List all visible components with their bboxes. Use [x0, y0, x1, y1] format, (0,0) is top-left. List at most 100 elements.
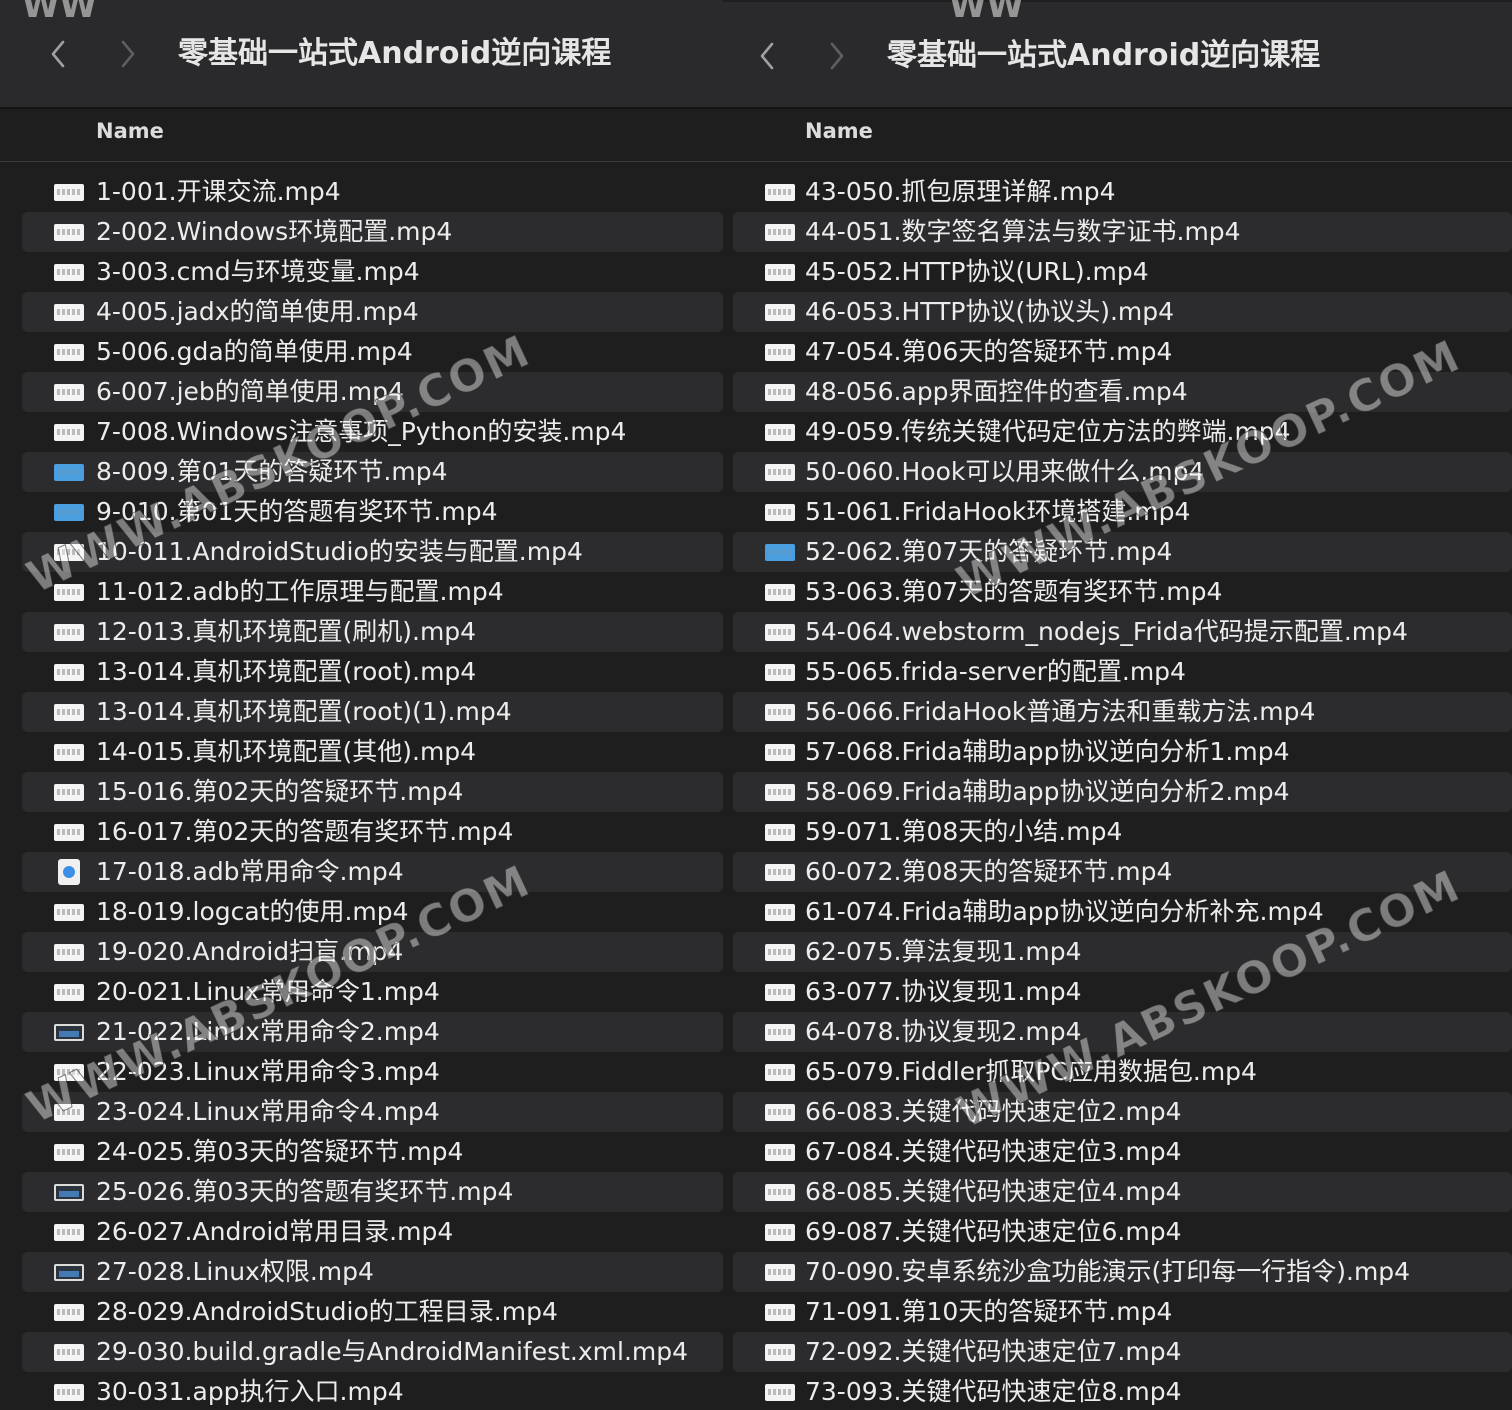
file-row[interactable]: 69-087.关键代码快速定位6.mp4 [733, 1212, 1512, 1252]
file-name: 68-085.关键代码快速定位4.mp4 [805, 1177, 1182, 1206]
file-row[interactable]: 53-063.第07天的答题有奖环节.mp4 [733, 572, 1512, 612]
file-row[interactable]: 59-071.第08天的小结.mp4 [733, 812, 1512, 852]
file-row[interactable]: 19-020.Android扫盲.mp4 [22, 932, 723, 972]
file-row[interactable]: 56-066.FridaHook普通方法和重载方法.mp4 [733, 692, 1512, 732]
back-button[interactable] [747, 32, 787, 80]
file-row[interactable]: 44-051.数字签名算法与数字证书.mp4 [733, 212, 1512, 252]
file-name: 60-072.第08天的答疑环节.mp4 [805, 857, 1173, 886]
file-row[interactable]: 27-028.Linux权限.mp4 [22, 1252, 723, 1292]
file-name: 3-003.cmd与环境变量.mp4 [96, 257, 420, 286]
file-row[interactable]: 43-050.抓包原理详解.mp4 [733, 172, 1512, 212]
video-file-icon [54, 384, 84, 401]
file-row[interactable]: 54-064.webstorm_nodejs_Frida代码提示配置.mp4 [733, 612, 1512, 652]
file-row[interactable]: 11-012.adb的工作原理与配置.mp4 [22, 572, 723, 612]
file-row[interactable]: 13-014.真机环境配置(root)(1).mp4 [22, 692, 723, 732]
file-row[interactable]: 16-017.第02天的答题有奖环节.mp4 [22, 812, 723, 852]
video-file-icon [765, 344, 795, 361]
video-file-icon [54, 1344, 84, 1361]
file-row[interactable]: 65-079.Fiddler抓取PC应用数据包.mp4 [733, 1052, 1512, 1092]
file-row[interactable]: 5-006.gda的简单使用.mp4 [22, 332, 723, 372]
video-file-icon [765, 384, 795, 401]
video-file-icon [54, 1224, 84, 1241]
file-name: 26-027.Android常用目录.mp4 [96, 1217, 454, 1246]
file-row[interactable]: 57-068.Frida辅助app协议逆向分析1.mp4 [733, 732, 1512, 772]
file-name: 7-008.Windows注意事项_Python的安装.mp4 [96, 417, 627, 446]
file-row[interactable]: 22-023.Linux常用命令3.mp4 [22, 1052, 723, 1092]
video-file-icon [54, 904, 84, 921]
column-header[interactable]: Name [0, 109, 723, 162]
file-row[interactable]: 58-069.Frida辅助app协议逆向分析2.mp4 [733, 772, 1512, 812]
file-row[interactable]: 25-026.第03天的答题有奖环节.mp4 [22, 1172, 723, 1212]
file-row[interactable]: 52-062.第07天的答疑环节.mp4 [733, 532, 1512, 572]
file-row[interactable]: 63-077.协议复现1.mp4 [733, 972, 1512, 1012]
back-button[interactable] [38, 30, 78, 78]
file-name: 72-092.关键代码快速定位7.mp4 [805, 1337, 1182, 1366]
file-row[interactable]: 71-091.第10天的答疑环节.mp4 [733, 1292, 1512, 1332]
file-row[interactable]: 28-029.AndroidStudio的工程目录.mp4 [22, 1292, 723, 1332]
file-name: 47-054.第06天的答疑环节.mp4 [805, 337, 1173, 366]
video-file-icon [54, 224, 84, 241]
file-row[interactable]: 6-007.jeb的简单使用.mp4 [22, 372, 723, 412]
file-row[interactable]: 14-015.真机环境配置(其他).mp4 [22, 732, 723, 772]
video-file-icon [54, 1184, 84, 1201]
document-icon [58, 859, 80, 885]
file-row[interactable]: 4-005.jadx的简单使用.mp4 [22, 292, 723, 332]
file-row[interactable]: 2-002.Windows环境配置.mp4 [22, 212, 723, 252]
file-row[interactable]: 13-014.真机环境配置(root).mp4 [22, 652, 723, 692]
file-name: 69-087.关键代码快速定位6.mp4 [805, 1217, 1182, 1246]
name-column-label: Name [96, 119, 164, 143]
file-row[interactable]: 8-009.第01天的答疑环节.mp4 [22, 452, 723, 492]
file-name: 51-061.FridaHook环境搭建.mp4 [805, 497, 1191, 526]
file-name: 43-050.抓包原理详解.mp4 [805, 177, 1116, 206]
file-row[interactable]: 67-084.关键代码快速定位3.mp4 [733, 1132, 1512, 1172]
file-name: 45-052.HTTP协议(URL).mp4 [805, 257, 1149, 286]
file-name: 13-014.真机环境配置(root)(1).mp4 [96, 697, 512, 726]
file-row[interactable]: 47-054.第06天的答疑环节.mp4 [733, 332, 1512, 372]
file-row[interactable]: 18-019.logcat的使用.mp4 [22, 892, 723, 932]
file-name: 10-011.AndroidStudio的安装与配置.mp4 [96, 537, 583, 566]
file-row[interactable]: 7-008.Windows注意事项_Python的安装.mp4 [22, 412, 723, 452]
file-row[interactable]: 55-065.frida-server的配置.mp4 [733, 652, 1512, 692]
file-row[interactable]: 73-093.关键代码快速定位8.mp4 [733, 1372, 1512, 1410]
file-name: 27-028.Linux权限.mp4 [96, 1257, 374, 1286]
file-row[interactable]: 46-053.HTTP协议(协议头).mp4 [733, 292, 1512, 332]
forward-button[interactable] [108, 30, 148, 78]
file-row[interactable]: 60-072.第08天的答疑环节.mp4 [733, 852, 1512, 892]
file-row[interactable]: 45-052.HTTP协议(URL).mp4 [733, 252, 1512, 292]
file-row[interactable]: 26-027.Android常用目录.mp4 [22, 1212, 723, 1252]
file-row[interactable]: 70-090.安卓系统沙盒功能演示(打印每一行指令).mp4 [733, 1252, 1512, 1292]
file-row[interactable]: 51-061.FridaHook环境搭建.mp4 [733, 492, 1512, 532]
file-row[interactable]: 29-030.build.gradle与AndroidManifest.xml.… [22, 1332, 723, 1372]
file-row[interactable]: 10-011.AndroidStudio的安装与配置.mp4 [22, 532, 723, 572]
file-row[interactable]: 24-025.第03天的答疑环节.mp4 [22, 1132, 723, 1172]
file-row[interactable]: 68-085.关键代码快速定位4.mp4 [733, 1172, 1512, 1212]
forward-button[interactable] [817, 32, 857, 80]
file-name: 12-013.真机环境配置(刷机).mp4 [96, 617, 477, 646]
column-header[interactable]: Name [723, 109, 1512, 162]
file-row[interactable]: 12-013.真机环境配置(刷机).mp4 [22, 612, 723, 652]
video-file-icon [54, 544, 84, 561]
file-name: 16-017.第02天的答题有奖环节.mp4 [96, 817, 514, 846]
file-row[interactable]: 30-031.app执行入口.mp4 [22, 1372, 723, 1410]
video-file-icon [54, 944, 84, 961]
video-file-icon [54, 664, 84, 681]
file-row[interactable]: 48-056.app界面控件的查看.mp4 [733, 372, 1512, 412]
file-row[interactable]: 9-010.第01天的答题有奖环节.mp4 [22, 492, 723, 532]
file-row[interactable]: 62-075.算法复现1.mp4 [733, 932, 1512, 972]
file-name: 23-024.Linux常用命令4.mp4 [96, 1097, 440, 1126]
file-row[interactable]: 64-078.协议复现2.mp4 [733, 1012, 1512, 1052]
file-row[interactable]: 3-003.cmd与环境变量.mp4 [22, 252, 723, 292]
file-row[interactable]: 20-021.Linux常用命令1.mp4 [22, 972, 723, 1012]
file-row[interactable]: 21-022.Linux常用命令2.mp4 [22, 1012, 723, 1052]
file-name: 14-015.真机环境配置(其他).mp4 [96, 737, 477, 766]
file-row[interactable]: 23-024.Linux常用命令4.mp4 [22, 1092, 723, 1132]
file-row[interactable]: 15-016.第02天的答疑环节.mp4 [22, 772, 723, 812]
file-row[interactable]: 49-059.传统关键代码定位方法的弊端.mp4 [733, 412, 1512, 452]
file-row[interactable]: 72-092.关键代码快速定位7.mp4 [733, 1332, 1512, 1372]
file-row[interactable]: 61-074.Frida辅助app协议逆向分析补充.mp4 [733, 892, 1512, 932]
file-row[interactable]: 17-018.adb常用命令.mp4 [22, 852, 723, 892]
file-row[interactable]: 50-060.Hook可以用来做什么.mp4 [733, 452, 1512, 492]
file-row[interactable]: 66-083.关键代码快速定位2.mp4 [733, 1092, 1512, 1132]
video-file-icon [765, 824, 795, 841]
file-row[interactable]: 1-001.开课交流.mp4 [22, 172, 723, 212]
